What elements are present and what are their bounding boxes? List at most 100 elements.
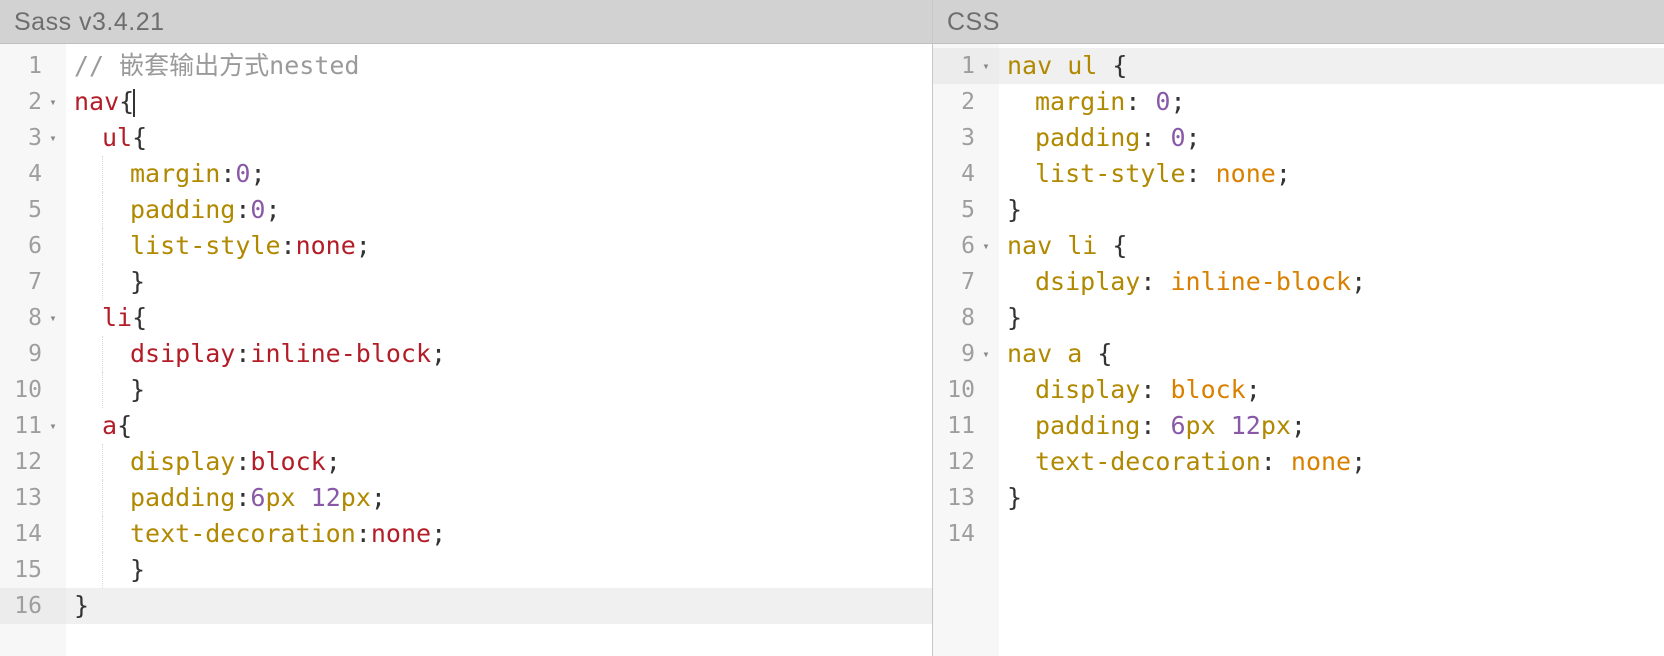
code-line[interactable]: } [66,588,932,624]
gutter-row[interactable]: 2 [933,84,999,120]
indent-guide [102,372,130,408]
code-token: display [130,447,235,476]
code-token: 12 [311,483,341,512]
gutter-row[interactable]: 8 [933,300,999,336]
gutter-row[interactable]: 1 [0,48,66,84]
code-token: ul [102,123,132,152]
code-line[interactable]: nav a { [999,336,1664,372]
indent-guide [74,372,102,408]
sass-code[interactable]: // 嵌套输出方式nestednav{ul{margin:0;padding:0… [66,44,932,656]
gutter-row[interactable]: 10 [933,372,999,408]
gutter-row[interactable]: 15 [0,552,66,588]
gutter-row[interactable]: 1▾ [933,48,999,84]
code-token: ; [1246,375,1261,404]
gutter-row[interactable]: 11▾ [0,408,66,444]
fold-toggle-icon[interactable]: ▾ [979,336,993,372]
gutter-row[interactable]: 10 [0,372,66,408]
indent-guide [102,264,130,300]
fold-toggle-icon[interactable]: ▾ [46,84,60,120]
code-line[interactable]: a{ [66,408,932,444]
code-line[interactable]: nav ul { [999,48,1664,84]
gutter-row[interactable]: 8▾ [0,300,66,336]
code-token: li [1067,231,1097,260]
code-line[interactable] [999,516,1664,552]
code-line[interactable]: ul{ [66,120,932,156]
code-line[interactable]: text-decoration:none; [66,516,932,552]
code-line[interactable]: padding:6px 12px; [66,480,932,516]
code-token: 6 [250,483,265,512]
gutter-row[interactable]: 12 [933,444,999,480]
gutter-row[interactable]: 12 [0,444,66,480]
css-gutter[interactable]: 1▾23456▾789▾1011121314 [933,44,999,656]
code-token: ; [1351,447,1366,476]
fold-toggle-icon[interactable]: ▾ [979,48,993,84]
fold-toggle-icon[interactable]: ▾ [46,120,60,156]
code-line[interactable]: } [999,300,1664,336]
gutter-row[interactable]: 13 [933,480,999,516]
gutter-row[interactable]: 6 [0,228,66,264]
line-number: 1 [14,48,42,84]
code-line[interactable]: dsiplay:inline-block; [66,336,932,372]
code-line[interactable]: padding:0; [66,192,932,228]
gutter-row[interactable]: 9▾ [933,336,999,372]
code-line[interactable]: display: block; [999,372,1664,408]
code-line[interactable]: dsiplay: inline-block; [999,264,1664,300]
gutter-row[interactable]: 3▾ [0,120,66,156]
code-token [1082,339,1097,368]
code-line[interactable]: // 嵌套输出方式nested [66,48,932,84]
code-line[interactable]: text-decoration: none; [999,444,1664,480]
code-line[interactable]: list-style:none; [66,228,932,264]
code-token: inline-block [1170,267,1351,296]
code-token: 0 [250,195,265,224]
code-token: ; [326,447,341,476]
code-line[interactable]: li{ [66,300,932,336]
css-code[interactable]: nav ul {margin: 0;padding: 0;list-style:… [999,44,1664,656]
gutter-row[interactable]: 14 [933,516,999,552]
gutter-row[interactable]: 7 [0,264,66,300]
gutter-row[interactable]: 14 [0,516,66,552]
gutter-row[interactable]: 3 [933,120,999,156]
gutter-row[interactable]: 4 [933,156,999,192]
sass-gutter[interactable]: 12▾3▾45678▾91011▾1213141516 [0,44,66,656]
line-number: 7 [14,264,42,300]
code-token: : [235,339,250,368]
code-line[interactable]: nav li { [999,228,1664,264]
fold-toggle-icon[interactable]: ▾ [46,300,60,336]
gutter-row[interactable]: 5 [933,192,999,228]
fold-toggle-icon[interactable]: ▾ [46,408,60,444]
code-token: inline-block [250,339,431,368]
code-line[interactable]: } [66,552,932,588]
gutter-row[interactable]: 2▾ [0,84,66,120]
code-line[interactable]: display:block; [66,444,932,480]
gutter-row[interactable]: 11 [933,408,999,444]
gutter-row[interactable]: 13 [0,480,66,516]
code-line[interactable]: } [999,192,1664,228]
sass-editor[interactable]: 12▾3▾45678▾91011▾1213141516 // 嵌套输出方式nes… [0,44,932,656]
code-line[interactable]: list-style: none; [999,156,1664,192]
code-line[interactable]: margin:0; [66,156,932,192]
line-number: 8 [947,300,975,336]
code-token: 6 [1170,411,1185,440]
code-line[interactable]: } [66,264,932,300]
code-token: : [1140,375,1170,404]
code-line[interactable]: } [999,480,1664,516]
code-line[interactable]: padding: 6px 12px; [999,408,1664,444]
line-number: 13 [947,480,975,516]
gutter-row[interactable]: 9 [0,336,66,372]
code-token: none [296,231,356,260]
code-line[interactable]: margin: 0; [999,84,1664,120]
fold-toggle-icon[interactable]: ▾ [979,228,993,264]
code-line[interactable]: nav{ [66,84,932,120]
indent-guide [74,120,102,156]
gutter-row[interactable]: 7 [933,264,999,300]
gutter-row[interactable]: 5 [0,192,66,228]
code-line[interactable]: padding: 0; [999,120,1664,156]
gutter-row[interactable]: 16 [0,588,66,624]
gutter-row[interactable]: 4 [0,156,66,192]
line-number: 5 [14,192,42,228]
gutter-row[interactable]: 6▾ [933,228,999,264]
indent-guide [74,552,102,588]
code-line[interactable]: } [66,372,932,408]
css-editor[interactable]: 1▾23456▾789▾1011121314 nav ul {margin: 0… [933,44,1664,656]
line-number: 12 [947,444,975,480]
